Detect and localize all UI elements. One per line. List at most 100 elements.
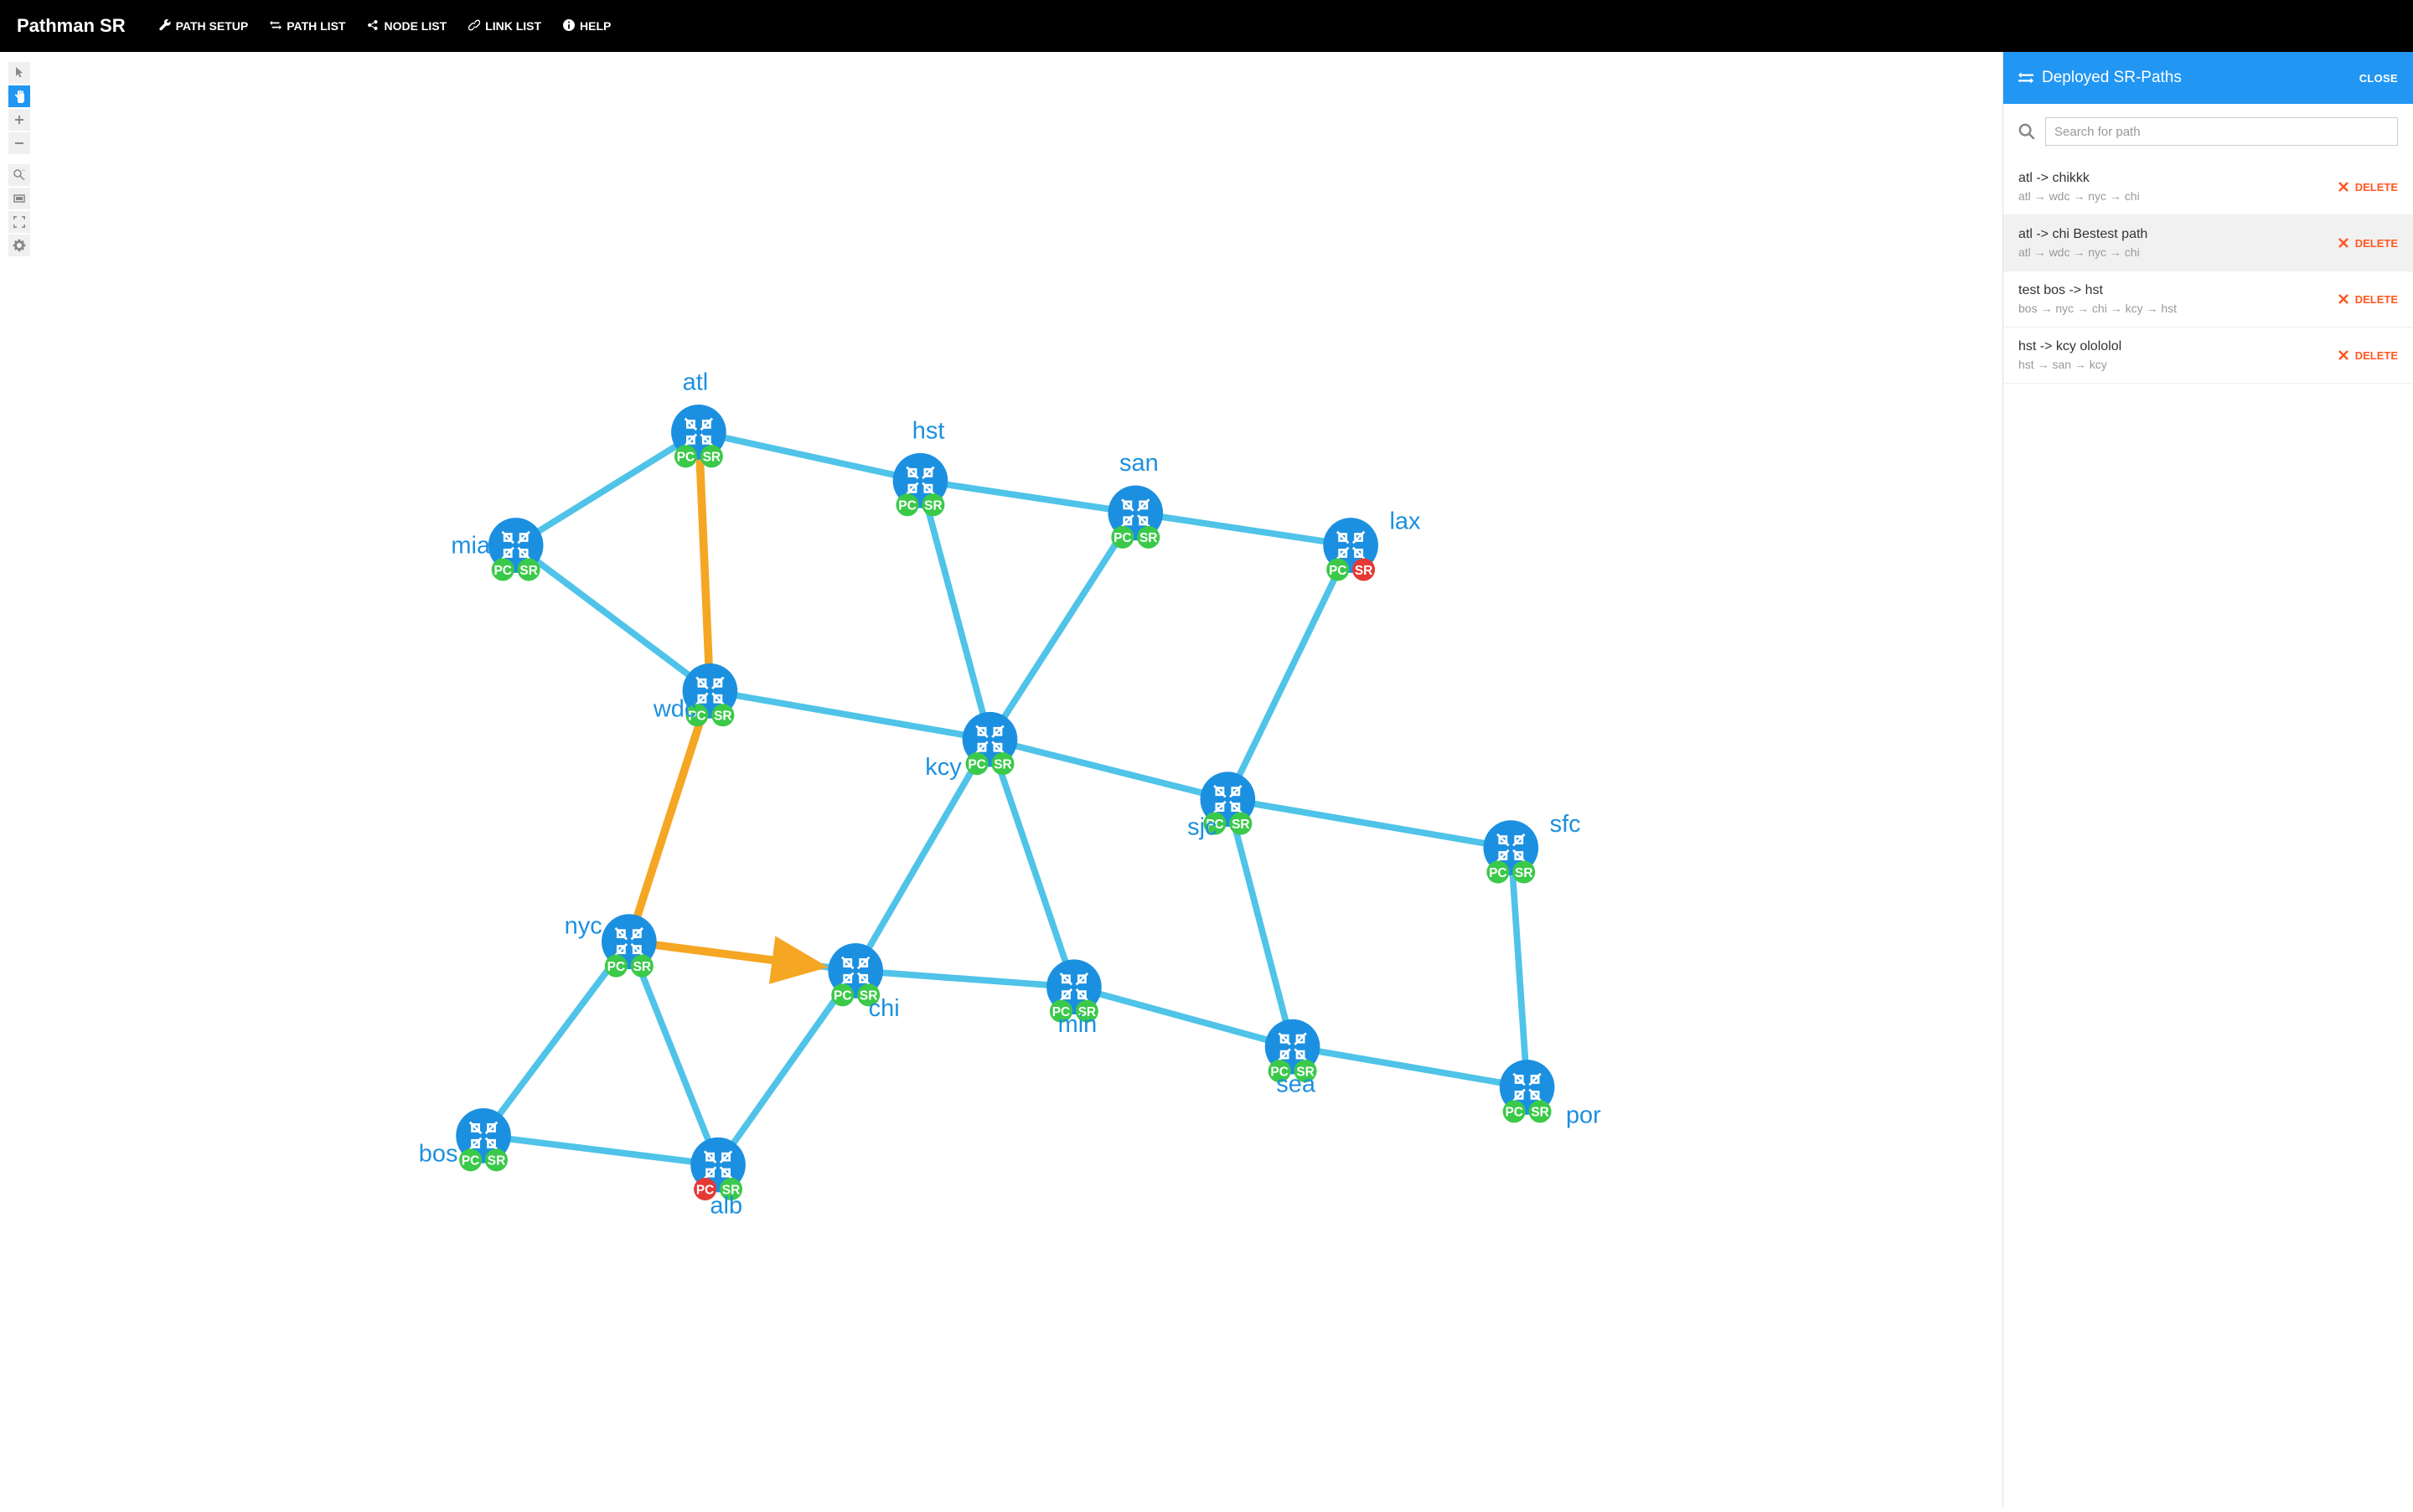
nav-link-list[interactable]: LINK LIST	[468, 19, 541, 34]
select-tool[interactable]	[8, 62, 30, 84]
path-list-item[interactable]: hst -> kcy olololol hst → san → kcy DELE…	[2003, 328, 2413, 384]
highlighted-path-segment	[629, 691, 710, 942]
nav-help[interactable]: HELP	[563, 19, 611, 34]
topology-link[interactable]	[920, 481, 1135, 513]
exchange-icon	[2018, 70, 2033, 85]
close-button[interactable]: CLOSE	[2359, 72, 2398, 85]
delete-button[interactable]: DELETE	[2337, 236, 2398, 250]
topology-canvas[interactable]: PCSRmiaPCSRatlPCSRhstPCSRsanPCSRlaxPCSRw…	[0, 52, 2002, 1508]
svg-text:PC: PC	[1505, 1106, 1522, 1120]
topology-link[interactable]	[855, 740, 989, 971]
svg-text:SR: SR	[924, 499, 942, 513]
topology-node-kcy[interactable]: PCSRkcy	[925, 712, 1017, 781]
svg-text:SR: SR	[1355, 564, 1372, 578]
topology-link[interactable]	[1227, 799, 1292, 1046]
path-list: atl -> chikkk atl → wdc → nyc → chi DELE…	[2003, 159, 2413, 1508]
exchange-icon	[270, 19, 282, 34]
node-label: san	[1119, 450, 1159, 477]
path-list-item[interactable]: test bos -> hst bos → nyc → chi → kcy → …	[2003, 271, 2413, 328]
svg-text:SR: SR	[1531, 1106, 1548, 1120]
pan-tool[interactable]	[8, 85, 30, 107]
topology-node-nyc[interactable]: PC SR nyc	[565, 912, 657, 977]
topology-node-mia[interactable]: PCSRmia	[451, 518, 543, 581]
topology-link[interactable]	[1074, 987, 1293, 1046]
topology-link[interactable]	[710, 691, 989, 740]
link-icon	[468, 19, 480, 34]
topology-link[interactable]	[920, 481, 989, 740]
topology-node-min[interactable]: PCSRmin	[1046, 959, 1102, 1038]
topology-node-lax[interactable]: PC SR lax	[1323, 508, 1421, 581]
delete-button[interactable]: DELETE	[2337, 292, 2398, 306]
node-label: sea	[1276, 1071, 1316, 1098]
node-label: sjc	[1187, 814, 1217, 841]
deployed-paths-panel: Deployed SR-Paths CLOSE atl -> chikkk at…	[2002, 52, 2413, 1508]
topology-link[interactable]	[1293, 1047, 1527, 1087]
search-input[interactable]	[2045, 117, 2398, 146]
topology-link[interactable]	[516, 545, 710, 691]
topology-node-alb[interactable]: PCSRalb	[690, 1138, 746, 1220]
node-label: nyc	[565, 912, 602, 939]
main-nav: PATH SETUP PATH LIST NODE LIST LINK LIST…	[159, 19, 612, 34]
svg-text:PC: PC	[1329, 564, 1346, 578]
fit-screen-tool[interactable]	[8, 188, 30, 209]
node-label: por	[1566, 1102, 1601, 1128]
node-label: lax	[1389, 508, 1421, 535]
topology-node-hst[interactable]: PCSRhst	[893, 418, 948, 517]
path-name: hst -> kcy olololol	[2018, 339, 2337, 354]
topology-canvas-wrap: PCSRmiaPCSRatlPCSRhstPCSRsanPCSRlaxPCSRw…	[0, 52, 2002, 1508]
path-route: atl → wdc → nyc → chi	[2018, 245, 2337, 259]
topology-node-wdc[interactable]: PCSRwdc	[653, 663, 737, 726]
path-list-item[interactable]: atl -> chi Bestest path atl → wdc → nyc …	[2003, 215, 2413, 271]
path-route: hst → san → kcy	[2018, 358, 2337, 371]
topology-node-atl[interactable]: PCSRatl	[671, 369, 726, 468]
nav-path-setup[interactable]: PATH SETUP	[159, 19, 249, 34]
svg-text:SR: SR	[1232, 818, 1249, 832]
fullscreen-tool[interactable]	[8, 211, 30, 233]
node-label: min	[1058, 1011, 1098, 1038]
close-icon	[2337, 180, 2350, 194]
delete-button[interactable]: DELETE	[2337, 348, 2398, 362]
topology-link[interactable]	[989, 740, 1227, 799]
topology-link[interactable]	[855, 971, 1074, 987]
topology-link[interactable]	[1135, 513, 1351, 545]
search-row	[2003, 104, 2413, 159]
settings-tool[interactable]	[8, 235, 30, 256]
nav-path-list[interactable]: PATH LIST	[270, 19, 345, 34]
path-route: bos → nyc → chi → kcy → hst	[2018, 302, 2337, 315]
zoom-out-tool[interactable]	[8, 132, 30, 154]
topology-link[interactable]	[989, 740, 1073, 987]
canvas-toolbar	[8, 62, 30, 256]
svg-text:PC: PC	[607, 960, 625, 974]
highlighted-path-segment	[629, 942, 820, 966]
path-name: test bos -> hst	[2018, 283, 2337, 298]
topology-node-sjc[interactable]: PCSRsjc	[1187, 771, 1255, 840]
wrench-icon	[159, 19, 171, 34]
topology-node-por[interactable]: PC SR por	[1500, 1060, 1601, 1128]
topology-link[interactable]	[989, 513, 1135, 739]
node-label: mia	[451, 533, 491, 560]
topology-node-sfc[interactable]: PCSRsfc	[1483, 811, 1580, 884]
zoom-area-tool[interactable]	[8, 164, 30, 186]
close-icon	[2337, 236, 2350, 250]
topology-link[interactable]	[1227, 545, 1351, 799]
topology-link[interactable]	[1511, 848, 1527, 1087]
nav-node-list[interactable]: NODE LIST	[367, 19, 447, 34]
topology-node-san[interactable]: PCSRsan	[1108, 450, 1163, 549]
node-label: chi	[869, 995, 900, 1022]
topology-node-chi[interactable]: PCSRchi	[828, 943, 899, 1022]
delete-button[interactable]: DELETE	[2337, 180, 2398, 194]
svg-text:SR: SR	[714, 710, 731, 724]
topology-link[interactable]	[516, 432, 699, 545]
topology-link[interactable]	[483, 1136, 718, 1165]
svg-text:SR: SR	[633, 960, 651, 974]
path-list-item[interactable]: atl -> chikkk atl → wdc → nyc → chi DELE…	[2003, 159, 2413, 215]
topology-node-bos[interactable]: PCSRbos	[419, 1108, 511, 1171]
path-route: atl → wdc → nyc → chi	[2018, 189, 2337, 203]
zoom-in-tool[interactable]	[8, 109, 30, 131]
topology-node-sea[interactable]: PCSRsea	[1265, 1019, 1320, 1098]
path-name: atl -> chikkk	[2018, 171, 2337, 186]
panel-header: Deployed SR-Paths CLOSE	[2003, 52, 2413, 104]
panel-title: Deployed SR-Paths	[2042, 69, 2359, 87]
topology-link[interactable]	[1227, 799, 1511, 848]
topology-link[interactable]	[699, 432, 921, 481]
